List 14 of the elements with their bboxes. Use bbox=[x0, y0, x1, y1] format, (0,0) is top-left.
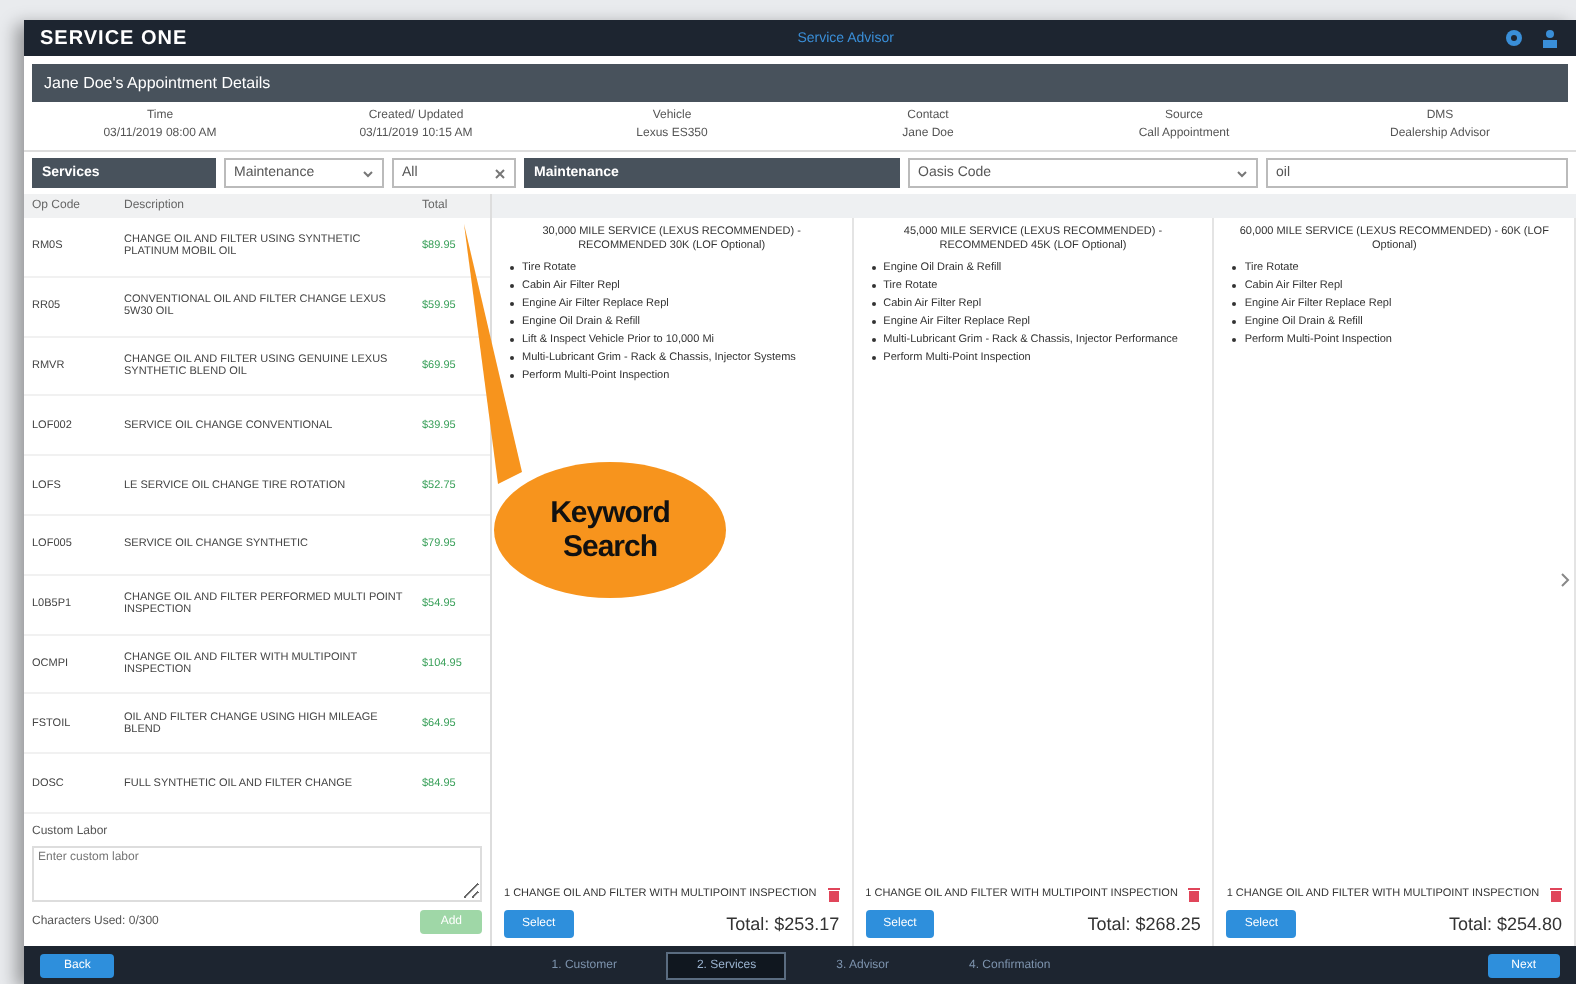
package-total: Total: $268.25 bbox=[1087, 914, 1201, 934]
trash-icon[interactable] bbox=[1550, 888, 1562, 902]
section-title: Jane Doe's Appointment Details bbox=[32, 64, 1568, 102]
trash-icon[interactable] bbox=[827, 888, 840, 902]
trash-icon[interactable] bbox=[1188, 888, 1201, 902]
user-icon[interactable] bbox=[1540, 28, 1560, 48]
logo: SERVICE ONE bbox=[40, 27, 188, 49]
chevron-right-icon[interactable] bbox=[1560, 572, 1570, 588]
package-total: Total: $254.80 bbox=[1448, 914, 1562, 934]
package-total: Total: $253.17 bbox=[726, 914, 840, 934]
caret-icon[interactable] bbox=[362, 167, 374, 179]
callout-label: Keyword Search bbox=[548, 496, 672, 564]
caret-icon[interactable] bbox=[1236, 167, 1248, 179]
clear-icon[interactable] bbox=[494, 167, 506, 179]
